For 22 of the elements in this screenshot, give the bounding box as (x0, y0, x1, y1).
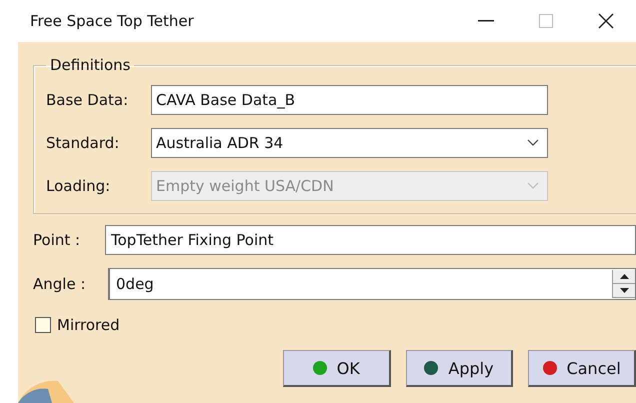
group-title: Definitions (49, 56, 132, 74)
field-label: Standard: (46, 134, 120, 152)
field-label: Point : (33, 231, 82, 249)
spin-up-icon[interactable] (620, 274, 628, 279)
minimize-icon[interactable] (478, 20, 494, 22)
dropdown[interactable]: Australia ADR 34 (151, 128, 548, 158)
chevron-down-icon (527, 182, 539, 189)
checkbox-label: Mirrored (57, 316, 120, 334)
input-field[interactable]: TopTether Fixing Point (105, 225, 636, 255)
dialog-button[interactable]: OK (283, 350, 391, 387)
close-icon[interactable] (598, 13, 614, 29)
window-title: Free Space Top Tether (30, 12, 195, 30)
dialog-button[interactable]: Cancel (528, 350, 636, 387)
field-label: Loading: (46, 176, 112, 194)
spin-field[interactable]: 0deg (108, 268, 636, 300)
spin-down-icon[interactable] (620, 288, 628, 293)
chevron-down-icon (527, 139, 539, 146)
field-label: Base Data: (46, 90, 130, 108)
dialog-button[interactable]: Apply (406, 350, 514, 387)
checkbox[interactable] (35, 317, 51, 333)
input-field[interactable]: CAVA Base Data_B (151, 84, 548, 114)
field-label: Angle : (33, 275, 87, 293)
